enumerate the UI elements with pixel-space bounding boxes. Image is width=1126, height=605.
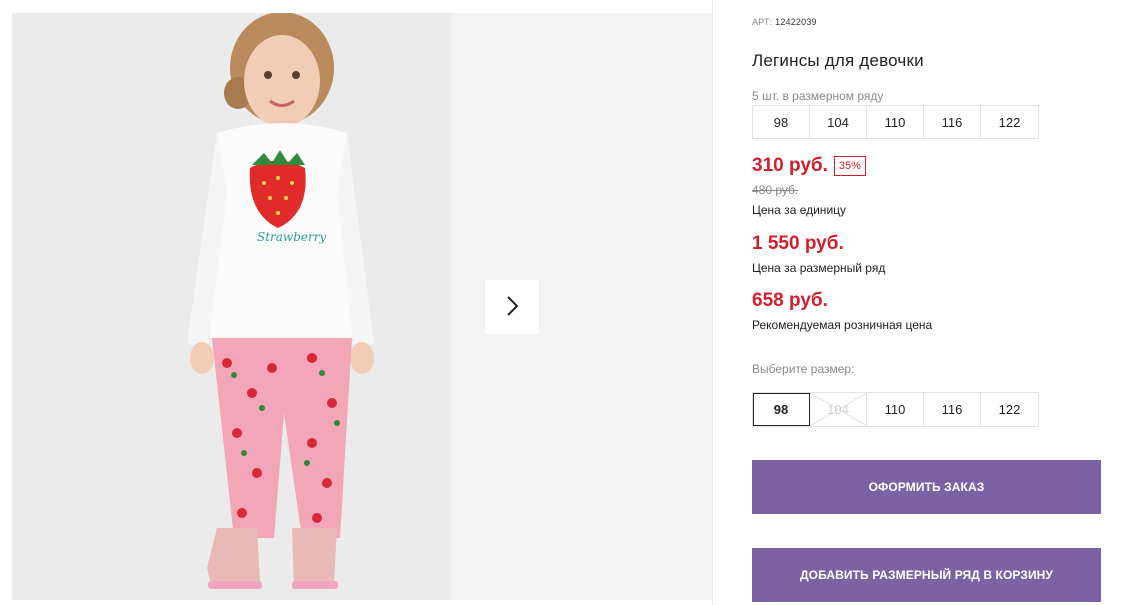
size-option-122[interactable]: 122 [981,393,1038,426]
size-picker: 98 104 110 116 122 [752,392,1039,427]
size-row-item: 116 [924,106,981,138]
article-value: 12422039 [775,17,817,27]
unit-price: 310 руб. [752,155,828,176]
row-price: 1 550 руб. [752,233,844,254]
discount-badge: 35% [833,156,866,176]
row-price-label: Цена за размерный ряд [752,261,886,275]
old-price: 480 руб. [752,183,799,197]
row-count-text: 5 шт. в размерном ряду [752,89,884,103]
size-option-98[interactable]: 98 [753,393,810,426]
retail-price-label: Рекомендуемая розничная цена [752,318,933,332]
size-row-item: 98 [753,106,810,138]
product-photo: Strawberry [12,13,451,600]
unit-price-block: 310 руб. 35% [752,155,866,177]
product-photo-illustration: Strawberry [12,13,451,600]
article-number: АРТ: 12422039 [752,17,817,27]
gallery-next-button[interactable] [485,280,539,334]
add-row-to-cart-button[interactable]: ДОБАВИТЬ РАЗМЕРНЫЙ РЯД В КОРЗИНУ [752,548,1101,602]
size-option-label: 104 [827,402,849,417]
size-row-list: 98 104 110 116 122 [752,105,1039,139]
size-option-104: 104 [810,393,867,426]
size-row-item: 104 [810,106,867,138]
size-picker-label: Выберите размер: [752,362,855,376]
unit-price-label: Цена за единицу [752,203,847,217]
size-option-110[interactable]: 110 [867,393,924,426]
retail-price: 658 руб. [752,290,828,311]
product-title: Легинсы для девочки [752,51,924,70]
panel-divider [712,0,713,605]
place-order-button[interactable]: ОФОРМИТЬ ЗАКАЗ [752,460,1101,514]
article-label: АРТ: [752,17,773,27]
size-row-item: 122 [981,106,1038,138]
size-option-116[interactable]: 116 [924,393,981,426]
shirt-print-text: Strawberry [257,230,326,244]
chevron-right-icon [505,295,519,320]
size-row-item: 110 [867,106,924,138]
product-gallery: Strawberry [12,13,712,600]
